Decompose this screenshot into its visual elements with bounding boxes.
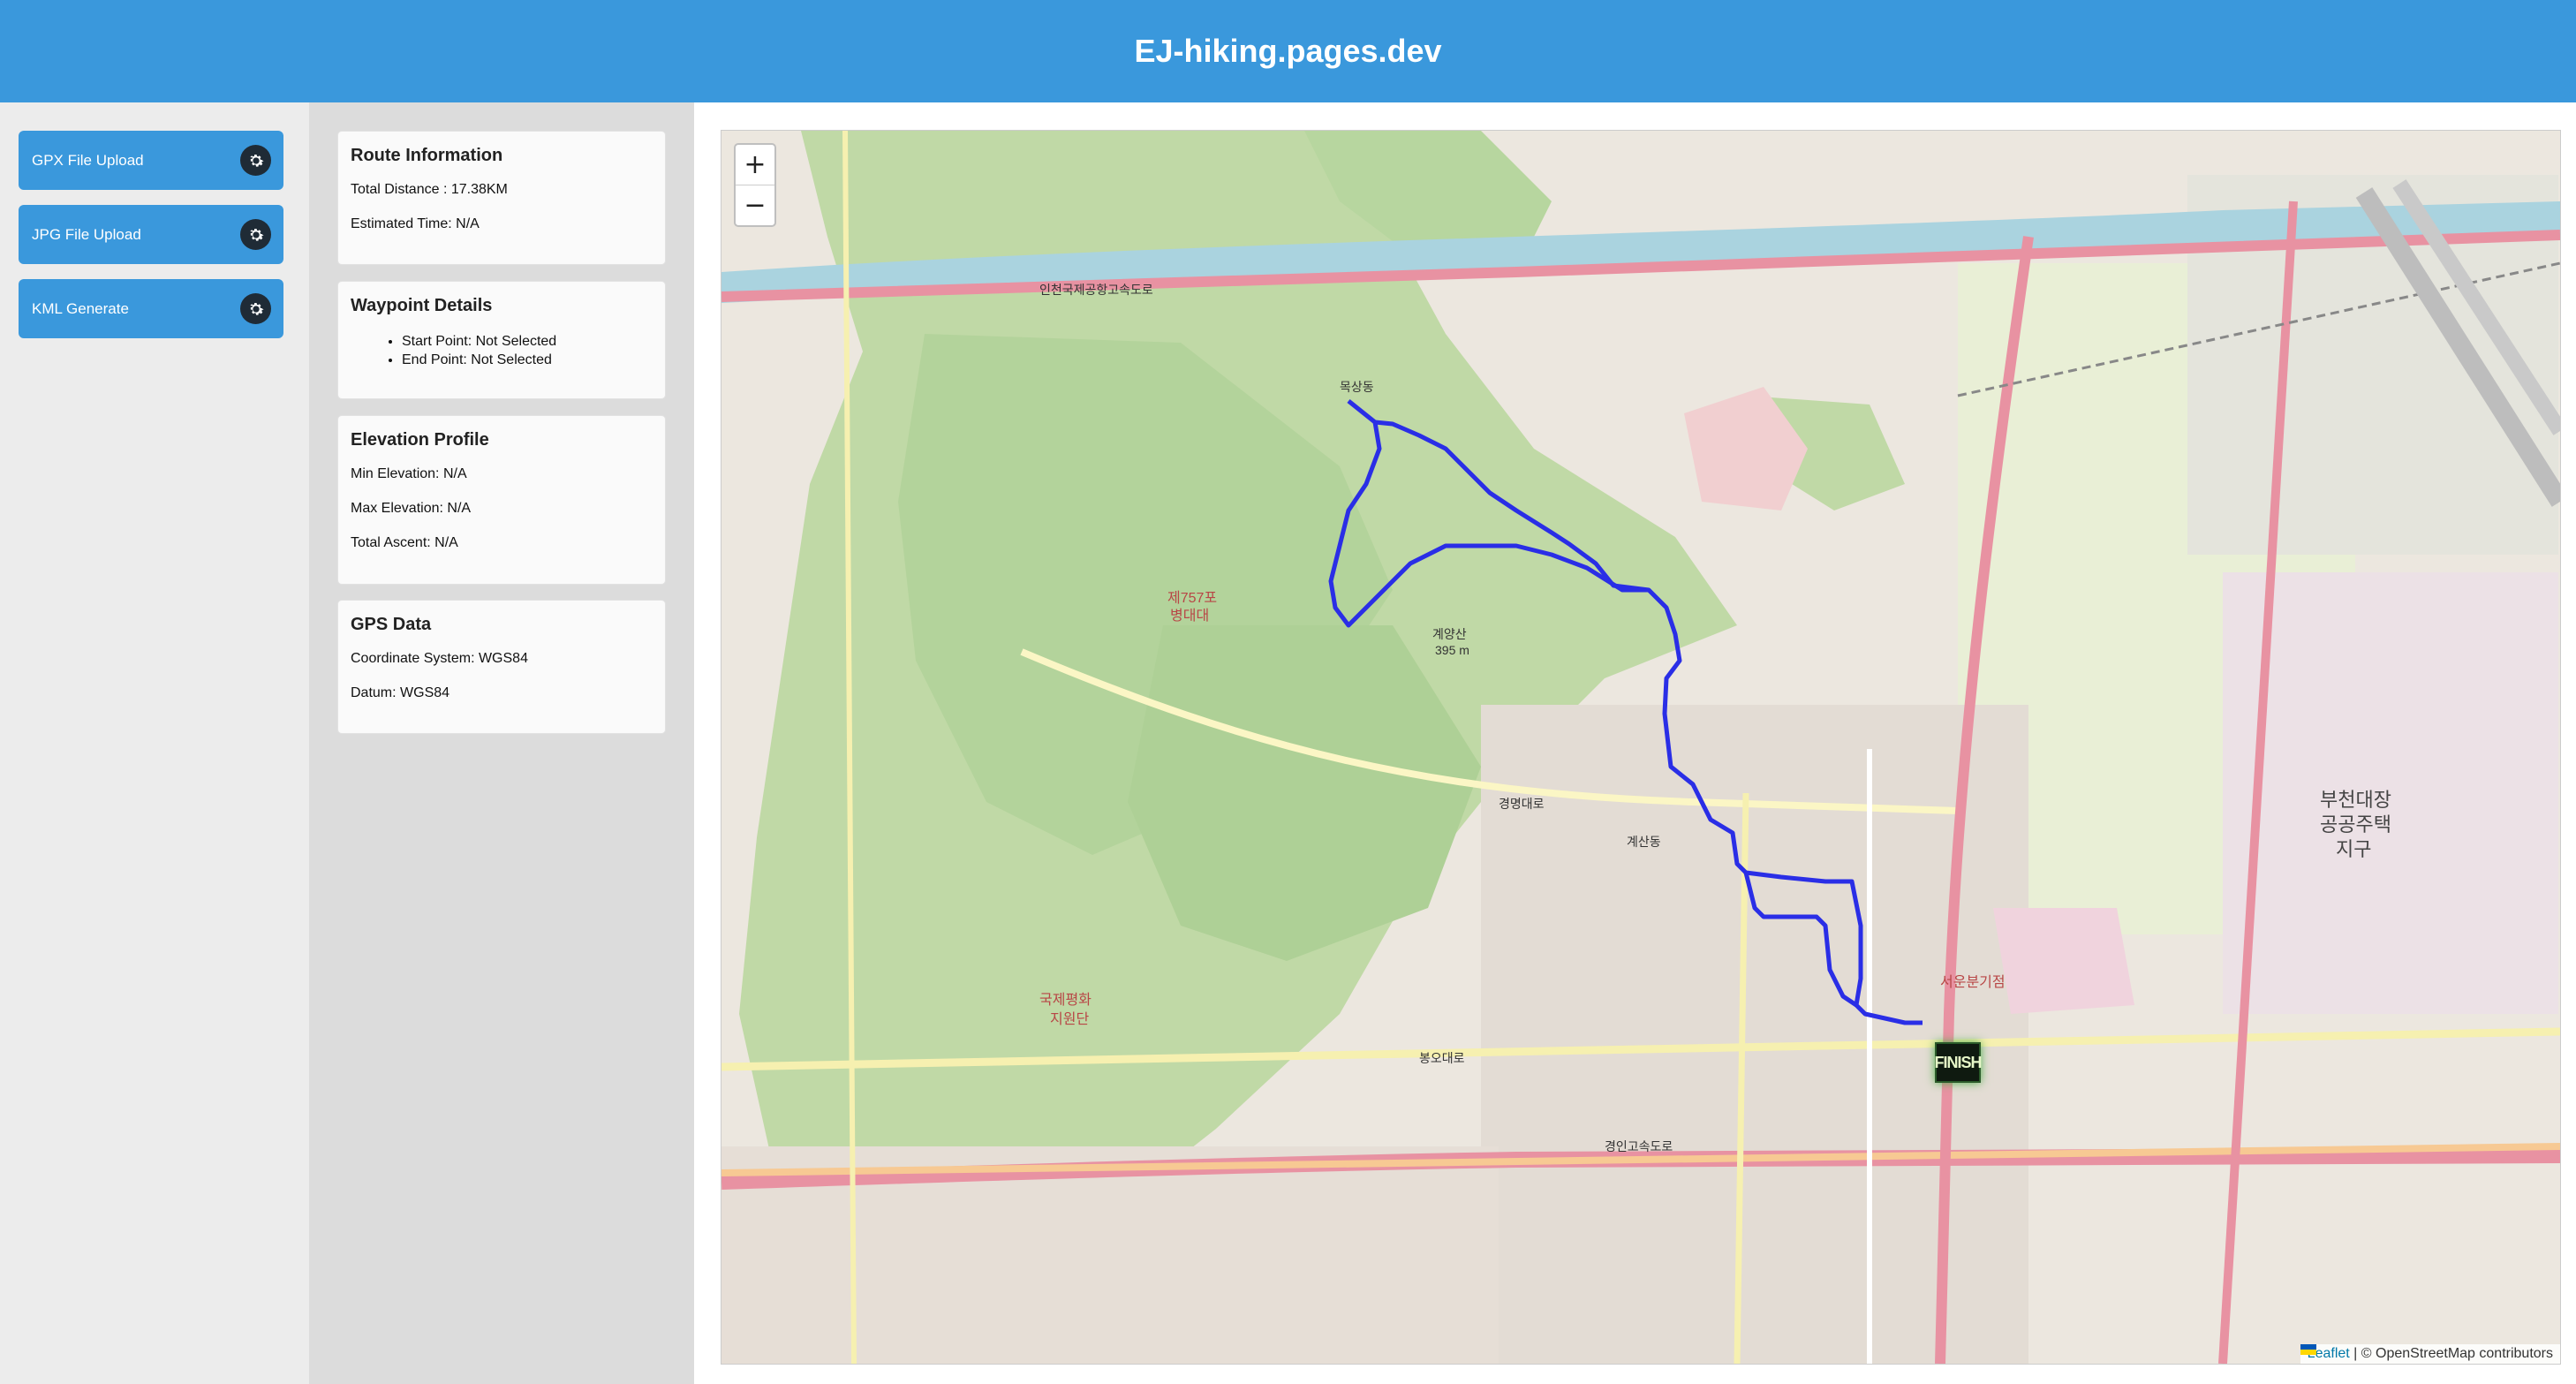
map-label-bongo: 봉오대로 bbox=[1419, 1051, 1465, 1065]
map-label-incheon: 인천국제공항고속도로 bbox=[1039, 283, 1153, 297]
ukraine-flag-icon bbox=[2300, 1344, 2316, 1355]
gear-icon[interactable] bbox=[240, 219, 271, 250]
map-tiles bbox=[721, 131, 2560, 1364]
app-header: EJ-hiking.pages.dev bbox=[0, 0, 2576, 102]
map-area: 목상동 계양산 395 m 제757포 병대대 국제평화 지원단 부천대장 공공… bbox=[694, 102, 2576, 1384]
end-point: End Point: Not Selected bbox=[402, 351, 653, 369]
gps-data-panel: GPS Data Coordinate System: WGS84 Datum:… bbox=[337, 600, 666, 734]
jpg-upload-label: JPG File Upload bbox=[32, 225, 141, 243]
route-information-title: Route Information bbox=[351, 146, 503, 165]
map-label-gyeyangsan: 계양산 bbox=[1432, 627, 1467, 641]
jpg-upload-button[interactable]: JPG File Upload bbox=[19, 205, 283, 264]
map-label-gyeyangsan-elev: 395 m bbox=[1435, 643, 1469, 657]
map-label-unit757-2: 병대대 bbox=[1170, 609, 1210, 624]
osm-attribution: | © OpenStreetMap contributors bbox=[2349, 1346, 2553, 1361]
gear-icon[interactable] bbox=[240, 145, 271, 176]
waypoint-list: Start Point: Not Selected End Point: Not… bbox=[351, 332, 653, 369]
min-elevation: Min Elevation: N/A bbox=[351, 466, 467, 481]
coordinate-system: Coordinate System: WGS84 bbox=[351, 651, 528, 666]
elevation-profile-panel: Elevation Profile Min Elevation: N/A Max… bbox=[337, 415, 666, 585]
datum: Datum: WGS84 bbox=[351, 685, 450, 700]
info-panel-column: Route Information Total Distance : 17.38… bbox=[309, 102, 694, 1384]
waypoint-details-title: Waypoint Details bbox=[351, 296, 493, 315]
zoom-in-button[interactable]: + bbox=[736, 145, 774, 185]
map-attribution: Leaflet | © OpenStreetMap contributors bbox=[2300, 1344, 2560, 1364]
finish-marker[interactable]: FINISH bbox=[1935, 1042, 1983, 1083]
map-label-gukje-2: 지원단 bbox=[1050, 1012, 1090, 1027]
max-elevation: Max Elevation: N/A bbox=[351, 501, 472, 516]
app-title: EJ-hiking.pages.dev bbox=[1134, 33, 1442, 69]
total-ascent: Total Ascent: N/A bbox=[351, 535, 458, 550]
gear-icon[interactable] bbox=[240, 293, 271, 324]
start-point: Start Point: Not Selected bbox=[402, 332, 653, 351]
elevation-profile-title: Elevation Profile bbox=[351, 430, 489, 450]
kml-generate-button[interactable]: KML Generate bbox=[19, 279, 283, 338]
map-label-gyesan: 계산동 bbox=[1627, 835, 1661, 849]
gpx-upload-button[interactable]: GPX File Upload bbox=[19, 131, 283, 190]
map-label-gyeongmyeong: 경명대로 bbox=[1499, 797, 1545, 811]
gps-data-title: GPS Data bbox=[351, 615, 432, 634]
waypoint-details-panel: Waypoint Details Start Point: Not Select… bbox=[337, 281, 666, 399]
total-distance: Total Distance : 17.38KM bbox=[351, 182, 508, 197]
estimated-time: Estimated Time: N/A bbox=[351, 216, 480, 231]
zoom-out-button[interactable]: − bbox=[736, 185, 774, 225]
map-label-seoun: 서운분기점 bbox=[1940, 975, 2006, 990]
kml-generate-label: KML Generate bbox=[32, 299, 129, 317]
tool-sidebar: GPX File Upload JPG File Upload KML Gene… bbox=[0, 102, 309, 1384]
map[interactable]: 목상동 계양산 395 m 제757포 병대대 국제평화 지원단 부천대장 공공… bbox=[721, 130, 2561, 1365]
route-information-panel: Route Information Total Distance : 17.38… bbox=[337, 131, 666, 265]
map-label-mokdong: 목상동 bbox=[1340, 380, 1374, 394]
map-label-gukje: 국제평화 bbox=[1039, 993, 1092, 1008]
map-label-bucheon-3: 지구 bbox=[2336, 838, 2372, 860]
zoom-control: + − bbox=[734, 143, 776, 227]
map-label-gyeongin: 경인고속도로 bbox=[1605, 1139, 1673, 1153]
gpx-upload-label: GPX File Upload bbox=[32, 151, 144, 169]
